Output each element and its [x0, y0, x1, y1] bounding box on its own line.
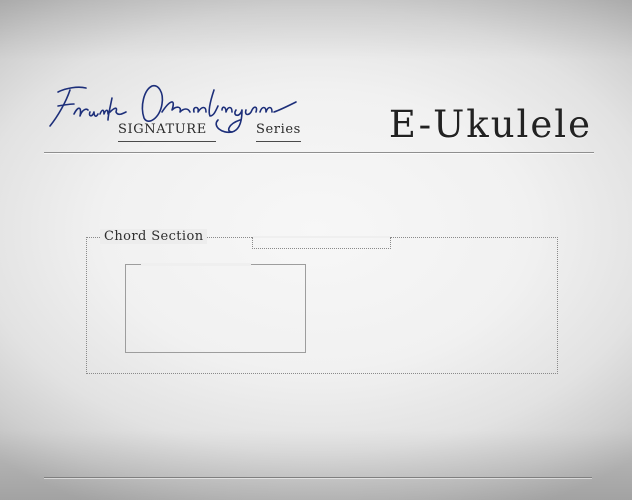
header-divider — [44, 152, 594, 153]
chord-display-gap — [141, 263, 251, 266]
chord-display[interactable] — [125, 264, 306, 353]
footer-divider — [44, 477, 592, 478]
chord-section-label: Chord Section — [100, 229, 208, 244]
signature-word: SIGNATURE — [118, 122, 207, 137]
bottom-shade — [0, 430, 632, 500]
chord-section-notch — [252, 237, 391, 249]
product-title: E-Ukulele — [388, 103, 592, 146]
top-shade — [0, 0, 632, 60]
series-word: Series — [256, 122, 301, 137]
signature-underline — [118, 141, 216, 142]
series-underline — [256, 141, 301, 142]
